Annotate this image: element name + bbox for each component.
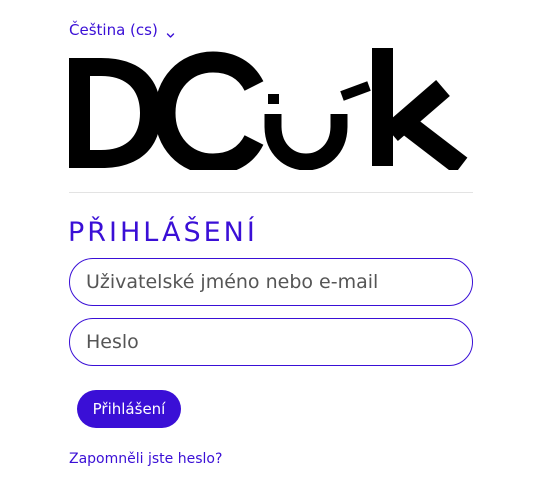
chevron-down-icon bbox=[166, 26, 175, 38]
forgot-password-link[interactable]: Zapomněli jste heslo? bbox=[69, 451, 222, 467]
logo-letter-k bbox=[372, 48, 468, 175]
site-logo bbox=[69, 48, 473, 175]
smiley-face-logo bbox=[264, 81, 371, 171]
divider bbox=[69, 192, 473, 193]
password-input[interactable] bbox=[69, 318, 473, 366]
language-label: Čeština (cs) bbox=[69, 21, 158, 39]
logo-letter-d bbox=[69, 58, 161, 168]
page-title: PŘIHLÁŠENÍ bbox=[68, 217, 258, 248]
logo-letter-c bbox=[154, 51, 264, 175]
login-button[interactable]: Přihlášení bbox=[77, 390, 181, 428]
login-page: Čeština (cs) PŘIHLÁŠENÍ Uživatelské jmén… bbox=[0, 0, 544, 491]
username-input[interactable] bbox=[69, 258, 473, 306]
language-selector[interactable]: Čeština (cs) bbox=[69, 21, 175, 39]
